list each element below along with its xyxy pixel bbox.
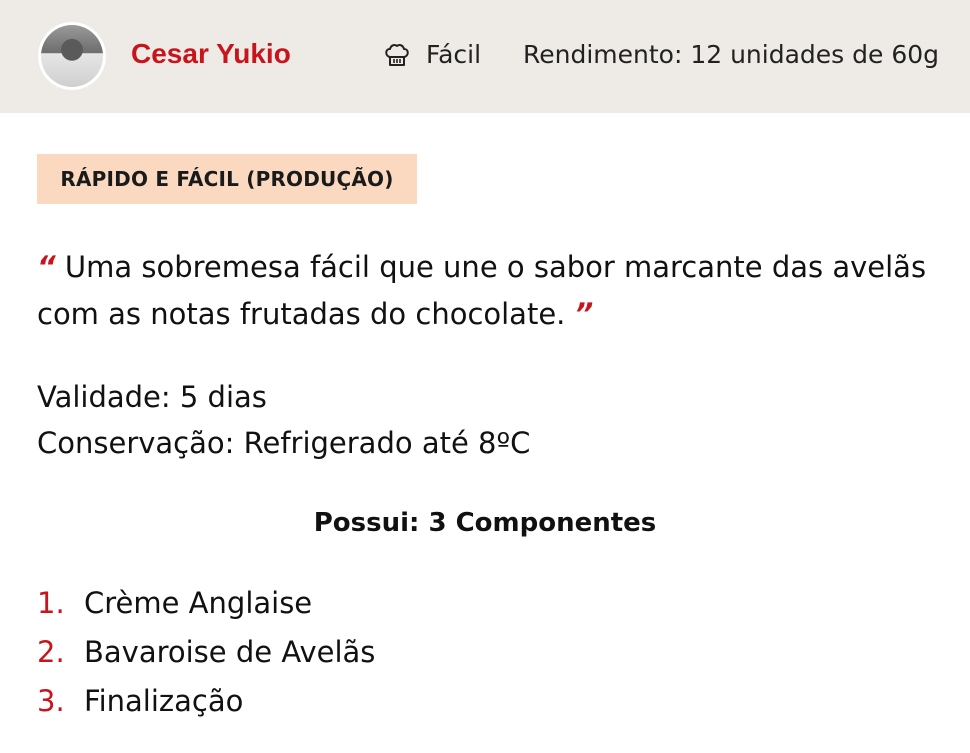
components-list: 1. Crème Anglaise 2. Bavaroise de Avelãs…: [37, 586, 375, 733]
list-item[interactable]: 1. Crème Anglaise: [37, 586, 375, 635]
chef-hat-icon: [385, 44, 409, 66]
validity-info: Validade: 5 dias: [37, 380, 267, 414]
list-item[interactable]: 2. Bavaroise de Avelãs: [37, 635, 375, 684]
recipe-header: Cesar Yukio Fácil Rendimento: 12 unidade…: [0, 0, 970, 113]
author-photo: [41, 25, 103, 87]
avatar[interactable]: [38, 22, 106, 90]
difficulty-label: Fácil: [426, 40, 482, 69]
list-item-label: Bavaroise de Avelãs: [84, 635, 376, 669]
author-name[interactable]: Cesar Yukio: [131, 38, 291, 70]
list-item-number: 1.: [37, 586, 65, 620]
recipe-quote: “ Uma sobremesa fácil que une o sabor ma…: [37, 244, 937, 338]
yield-label: Rendimento: 12 unidades de 60g: [523, 40, 940, 69]
list-item-number: 2.: [37, 635, 65, 669]
conservation-info: Conservação: Refrigerado até 8ºC: [37, 426, 531, 460]
category-tag: RÁPIDO E FÁCIL (PRODUÇÃO): [37, 154, 417, 204]
list-item[interactable]: 3. Finalização: [37, 684, 375, 733]
quote-close-mark: ”: [574, 297, 594, 331]
quote-open-mark: “: [37, 250, 56, 284]
list-item-label: Crème Anglaise: [84, 586, 313, 620]
components-title: Possui: 3 Componentes: [313, 508, 657, 538]
list-item-label: Finalização: [84, 684, 244, 718]
quote-text: Uma sobremesa fácil que une o sabor marc…: [37, 250, 927, 331]
list-item-number: 3.: [37, 684, 65, 718]
